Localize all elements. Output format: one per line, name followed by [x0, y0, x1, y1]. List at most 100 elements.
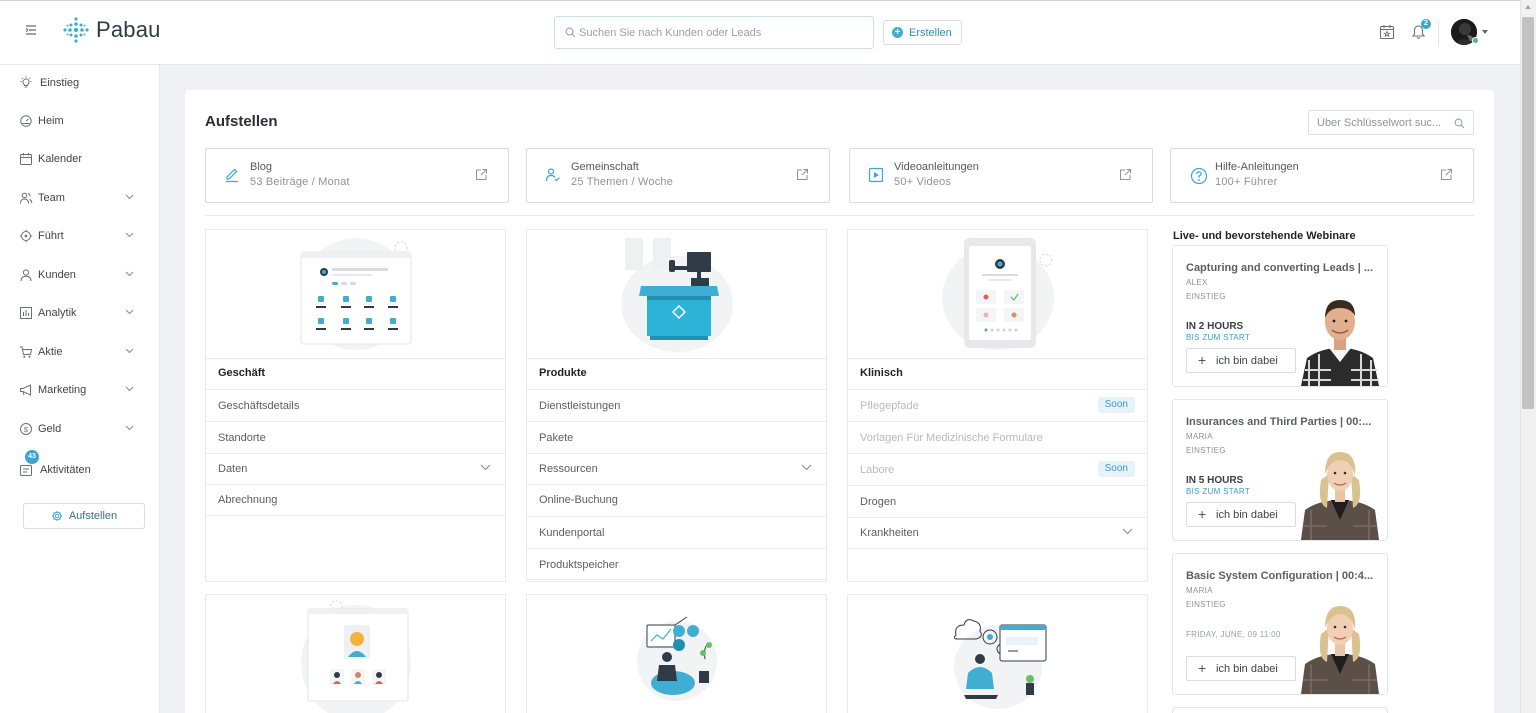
chevron-down-icon [125, 348, 134, 354]
online-status-indicator [1472, 37, 1479, 44]
module-row-diseases[interactable]: Krankheiten [848, 517, 1147, 549]
webinar-presenter: MARIA [1186, 586, 1213, 595]
menu-toggle-icon[interactable] [22, 21, 40, 39]
module-row-online-booking[interactable]: Online-Buchung [527, 484, 826, 516]
search-input[interactable] [579, 17, 869, 48]
module-row-label: Daten [218, 463, 248, 475]
webinar-card[interactable]: Capturing and converting Leads | ... ALE… [1172, 245, 1388, 387]
webinar-countdown-label: BIS ZUM START [1186, 333, 1251, 342]
gear-icon [51, 511, 62, 521]
module-row-product-storage[interactable]: Produktspeicher [527, 548, 826, 580]
webinar-category: EINSTIEG [1186, 292, 1226, 301]
module-row-data[interactable]: Daten [206, 453, 505, 485]
keyword-search-input[interactable] [1317, 111, 1452, 134]
chevron-down-icon [125, 425, 134, 431]
page-title: Aufstellen [205, 113, 278, 130]
sidebar-item-label: Heim [38, 115, 64, 127]
scrollbar-thumb[interactable] [1522, 17, 1534, 409]
webinar-title: Capturing and converting Leads | ... [1186, 262, 1374, 274]
webinar-title: Basic System Configuration | 00:4... [1186, 570, 1374, 582]
join-button-label: ich bin dabei [1216, 509, 1278, 521]
webinar-date: FRIDAY, JUNE, 09 11:00 [1186, 630, 1281, 639]
resource-card-videos[interactable]: Videoanleitungen 50+ Videos [849, 148, 1153, 203]
megaphone-icon [19, 383, 33, 397]
setup-button[interactable]: Aufstellen [23, 503, 145, 529]
sidebar-item-marketing[interactable]: Marketing [0, 378, 160, 402]
join-webinar-button[interactable]: + ich bin dabei [1186, 502, 1296, 527]
module-row-client-portal[interactable]: Kundenportal [527, 516, 826, 548]
module-row-label: Kundenportal [539, 527, 605, 539]
resource-card-help[interactable]: Hilfe-Anleitungen 100+ Führer [1170, 148, 1474, 203]
webinar-card[interactable]: Basic System Configuration | 00:4... MAR… [1172, 553, 1388, 695]
create-button[interactable]: + Erstellen [883, 20, 962, 45]
user-icon [19, 268, 33, 282]
join-webinar-button[interactable]: + ich bin dabei [1186, 348, 1296, 373]
money-icon: $ [19, 422, 33, 436]
module-row-billing[interactable]: Abrechnung [206, 484, 505, 516]
resource-card-community[interactable]: Gemeinschaft 25 Themen / Woche [526, 148, 830, 203]
webinar-card[interactable] [1172, 707, 1388, 713]
sidebar-item-team[interactable]: Team [0, 186, 160, 210]
global-search[interactable] [554, 16, 874, 49]
resource-card-blog[interactable]: Blog 53 Beiträge / Monat [205, 148, 509, 203]
pen-icon [224, 167, 240, 183]
module-row-services[interactable]: Dienstleistungen [527, 389, 826, 421]
presenter-photo [1301, 300, 1379, 386]
module-row-locations[interactable]: Standorte [206, 421, 505, 453]
sidebar-item-heim[interactable]: Heim [0, 109, 160, 133]
join-webinar-button[interactable]: + ich bin dabei [1186, 656, 1296, 681]
sidebar-item-label: Aktivitäten [40, 464, 91, 476]
calendar-star-icon[interactable] [1379, 24, 1395, 40]
sidebar-item-einstieg[interactable]: Einstieg [0, 71, 160, 95]
presenter-photo [1301, 452, 1379, 540]
module-row-label: Produktspeicher [539, 559, 619, 571]
module-row-business-details[interactable]: Geschäftsdetails [206, 389, 505, 421]
soon-badge: Soon [1097, 461, 1135, 477]
chevron-down-icon [125, 386, 134, 392]
module-row-drugs[interactable]: Drogen [848, 485, 1147, 517]
chevron-down-icon[interactable] [1482, 30, 1488, 34]
module-card-clinical: Klinisch Pflegepfade Soon Vorlagen Für Me… [847, 229, 1148, 582]
sidebar-item-label: Führt [38, 230, 64, 242]
sidebar-item-kalender[interactable]: Kalender [0, 147, 160, 171]
join-button-label: ich bin dabei [1216, 663, 1278, 675]
sidebar-item-analytik[interactable]: Analytik [0, 301, 160, 325]
resource-subtitle: 53 Beiträge / Monat [250, 176, 350, 188]
sidebar-item-aktie[interactable]: Aktie [0, 340, 160, 364]
sidebar-item-aktivitaeten[interactable]: 43 Aktivitäten [0, 450, 160, 482]
module-row-resources[interactable]: Ressourcen [527, 453, 826, 485]
webinar-card[interactable]: Insurances and Third Parties | 00:... MA… [1172, 399, 1388, 541]
team-illustration [301, 600, 411, 713]
keyword-search[interactable] [1308, 110, 1474, 135]
webinar-countdown: IN 2 HOURS [1186, 321, 1244, 332]
module-row-label: Drogen [860, 496, 897, 508]
module-row-label: Dienstleistungen [539, 400, 621, 412]
logo-text: Pabau [96, 17, 161, 42]
resource-subtitle: 100+ Führer [1215, 176, 1278, 188]
sidebar-item-kunden[interactable]: Kunden [0, 263, 160, 287]
webinar-title: Insurances and Third Parties | 00:... [1186, 416, 1372, 428]
sidebar-item-fuehrt[interactable]: Führt [0, 224, 160, 248]
module-row-label: Pakete [539, 432, 574, 444]
module-row-label: Krankheiten [860, 527, 919, 539]
module-row-label: Pflegepfade [860, 400, 919, 412]
module-row-packages[interactable]: Pakete [527, 421, 826, 453]
search-icon [1454, 118, 1465, 129]
clinical-illustration [848, 230, 1147, 358]
chevron-down-icon [125, 309, 134, 315]
sidebar-item-geld[interactable]: $ Geld [0, 417, 160, 441]
soon-badge: Soon [1097, 397, 1135, 413]
community-icon [545, 167, 561, 183]
sidebar-item-label: Marketing [38, 384, 87, 396]
chevron-down-icon [125, 271, 134, 277]
resource-subtitle: 50+ Videos [894, 176, 952, 188]
logo[interactable]: Pabau [62, 16, 161, 44]
integrations-illustration [953, 619, 1047, 709]
module-row-label: Geschäftsdetails [218, 400, 300, 412]
external-link-icon [475, 168, 488, 181]
scroll-up-arrow-icon[interactable] [1525, 5, 1531, 9]
notification-badge: 2 [1421, 19, 1431, 29]
chevron-down-icon [1122, 528, 1133, 535]
chevron-down-icon [125, 194, 134, 200]
activities-icon [19, 463, 33, 477]
